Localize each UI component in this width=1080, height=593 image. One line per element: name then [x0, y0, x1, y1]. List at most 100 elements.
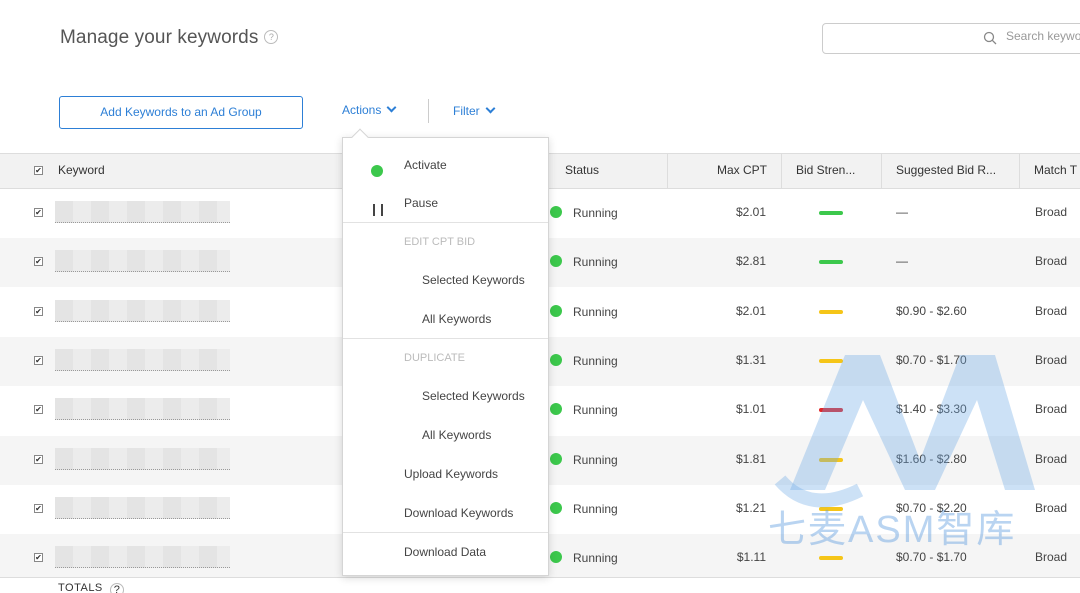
- bid-strength-bar: [819, 211, 843, 215]
- col-suggested-bid[interactable]: Suggested Bid R...: [882, 154, 1020, 189]
- suggested-bid-range: $1.40 - $3.30: [896, 402, 967, 417]
- col-match-type[interactable]: Match T: [1020, 154, 1080, 189]
- max-cpt-value[interactable]: $2.01: [668, 205, 766, 219]
- bid-strength-bar: [819, 457, 843, 462]
- bid-strength-bar: [819, 309, 843, 314]
- status-running-icon: [550, 353, 562, 366]
- actions-label: Actions: [342, 103, 382, 117]
- row-checkbox[interactable]: ✔: [34, 306, 43, 316]
- menu-divider: [343, 222, 548, 223]
- actions-dropdown[interactable]: Actions: [342, 102, 397, 117]
- filter-dropdown[interactable]: Filter: [453, 103, 496, 118]
- row-checkbox[interactable]: ✔: [34, 208, 43, 217]
- status-running-icon: [550, 501, 562, 514]
- status-text: Running: [573, 501, 618, 516]
- bid-strength-bar: [819, 506, 843, 511]
- status-text: Running: [573, 353, 618, 368]
- menu-divider: [343, 338, 548, 339]
- match-type[interactable]: Broad: [1035, 550, 1067, 564]
- col-bid-strength[interactable]: Bid Stren...: [782, 154, 882, 189]
- row-checkbox[interactable]: ✔: [34, 553, 43, 563]
- status-text: Running: [573, 452, 618, 467]
- search-box[interactable]: [822, 23, 1080, 54]
- page-title: Manage your keywords?: [60, 27, 279, 49]
- col-max-cpt[interactable]: Max CPT: [668, 154, 782, 189]
- select-all-checkbox[interactable]: ✔: [34, 166, 43, 175]
- filter-label: Filter: [453, 104, 480, 118]
- toolbar-divider: [428, 99, 429, 123]
- search-input[interactable]: [1006, 29, 1080, 43]
- max-cpt-value[interactable]: $1.11: [668, 550, 766, 564]
- keyword-redacted: [55, 299, 230, 322]
- keyword-redacted: [55, 398, 230, 421]
- bid-strength-bar: [819, 408, 843, 413]
- match-type[interactable]: Broad: [1035, 452, 1067, 466]
- row-checkbox[interactable]: ✔: [34, 503, 43, 513]
- status-running-icon: [550, 255, 562, 268]
- menu-header-duplicate: DUPLICATE: [404, 352, 465, 364]
- max-cpt-value[interactable]: $1.81: [668, 452, 766, 466]
- row-checkbox[interactable]: ✔: [34, 257, 43, 267]
- suggested-bid-range: —: [896, 205, 908, 219]
- status-running-icon: [550, 206, 562, 218]
- search-icon: [983, 31, 997, 45]
- bid-strength-bar: [819, 556, 843, 561]
- add-keywords-button[interactable]: Add Keywords to an Ad Group: [59, 96, 303, 129]
- menu-item-dup-selected[interactable]: Selected Keywords: [422, 389, 525, 403]
- match-type[interactable]: Broad: [1035, 402, 1067, 416]
- bid-strength-bar: [819, 260, 843, 265]
- status-text: Running: [573, 304, 618, 319]
- chevron-down-icon: [386, 102, 397, 113]
- actions-menu: Activate Pause EDIT CPT BID Selected Key…: [342, 137, 549, 576]
- max-cpt-value[interactable]: $1.21: [668, 501, 766, 515]
- status-text: Running: [573, 255, 618, 270]
- page-title-text: Manage your keywords: [60, 27, 259, 48]
- menu-item-edit-selected[interactable]: Selected Keywords: [422, 273, 525, 287]
- keyword-redacted: [55, 496, 230, 519]
- max-cpt-value[interactable]: $1.01: [668, 402, 766, 416]
- suggested-bid-range: $0.70 - $1.70: [896, 550, 967, 565]
- totals-label: TOTALS: [58, 582, 103, 593]
- status-running-icon: [550, 304, 562, 317]
- pause-icon: [373, 204, 383, 216]
- row-checkbox[interactable]: ✔: [34, 454, 43, 464]
- match-type[interactable]: Broad: [1035, 205, 1067, 219]
- menu-item-dup-all[interactable]: All Keywords: [422, 428, 491, 442]
- max-cpt-value[interactable]: $2.81: [668, 254, 766, 268]
- suggested-bid-range: —: [896, 254, 908, 269]
- menu-item-download-data[interactable]: Download Data: [404, 545, 486, 559]
- max-cpt-value[interactable]: $2.01: [668, 304, 766, 318]
- help-icon[interactable]: ?: [110, 583, 124, 593]
- bid-strength-bar: [819, 358, 843, 363]
- totals-row: TOTALS ?: [0, 577, 1080, 593]
- status-running-icon: [550, 452, 562, 465]
- match-type[interactable]: Broad: [1035, 304, 1067, 318]
- menu-header-edit-cpt: EDIT CPT BID: [404, 236, 476, 248]
- status-text: Running: [573, 206, 618, 220]
- chevron-down-icon: [485, 103, 496, 114]
- menu-item-activate[interactable]: Activate: [404, 158, 447, 172]
- match-type[interactable]: Broad: [1035, 501, 1067, 515]
- max-cpt-value[interactable]: $1.31: [668, 353, 766, 367]
- menu-item-download-keywords[interactable]: Download Keywords: [404, 506, 513, 520]
- menu-item-edit-all[interactable]: All Keywords: [422, 312, 491, 326]
- keyword-redacted: [55, 250, 230, 273]
- status-running-icon: [550, 551, 562, 564]
- keyword-redacted: [55, 447, 230, 470]
- keyword-redacted: [55, 546, 230, 569]
- match-type[interactable]: Broad: [1035, 353, 1067, 367]
- match-type[interactable]: Broad: [1035, 254, 1067, 268]
- status-text: Running: [573, 551, 618, 566]
- activate-icon: [371, 165, 383, 177]
- status-running-icon: [550, 403, 562, 416]
- keyword-redacted: [55, 348, 230, 371]
- help-icon[interactable]: ?: [264, 29, 279, 44]
- row-checkbox[interactable]: ✔: [34, 355, 43, 365]
- menu-item-pause[interactable]: Pause: [404, 196, 438, 210]
- suggested-bid-range: $0.70 - $1.70: [896, 352, 967, 367]
- col-keyword[interactable]: Keyword: [44, 154, 344, 189]
- col-status[interactable]: Status: [551, 154, 668, 189]
- row-checkbox[interactable]: ✔: [34, 405, 43, 415]
- menu-item-upload-keywords[interactable]: Upload Keywords: [404, 467, 498, 481]
- keyword-redacted: [55, 201, 230, 223]
